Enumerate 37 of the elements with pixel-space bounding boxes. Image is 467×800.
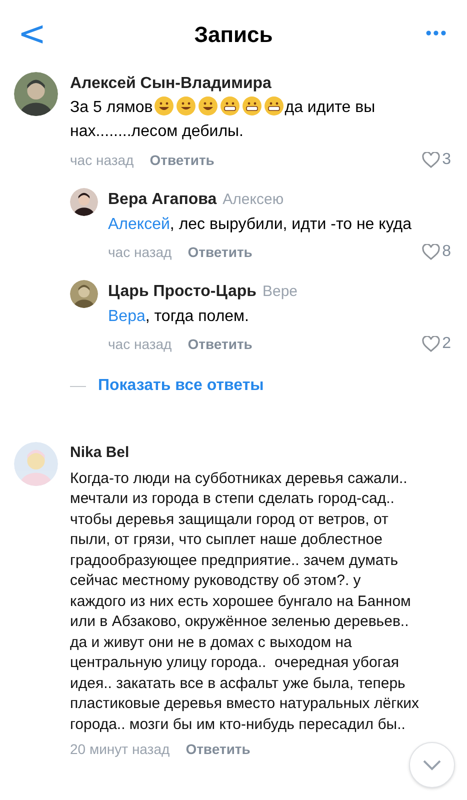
comment-time: час назад [108, 242, 172, 262]
show-all-replies-link[interactable]: Показать все ответы [98, 374, 264, 398]
reply-author[interactable]: Вера Агапова [108, 188, 217, 212]
comment-time: 20 минут назад [70, 740, 170, 759]
emoji-icon [198, 96, 218, 116]
emoji-icon [220, 96, 240, 116]
reply-author[interactable]: Царь Просто-Царь [108, 280, 256, 304]
comment-author[interactable]: Nika Bel [70, 442, 419, 464]
like-count: 3 [442, 150, 451, 170]
reply-addressee: Вере [262, 282, 298, 302]
page-title: Запись [193, 20, 274, 48]
comment-text: Когда-то люди на субботниках деревья сажали.. мечтали из города в степи сделать город-сад.. чтобы деревья защищали город от ветров, от пыли, от грязи, что сыплет наше доблестное градообразующее предприятие.. зачем думать сейчас местному руководству об этом?. у каждого из них есть хорошее бунгало на Банном или в Абзаково, окружённое зеленью деревьев.. да и живут они не в домах с выходом на центральную улицу города.. очередная убогая идея.. закатать все в асфальт уже была, теперь пластиковые деревья вместо натуральных лёгких города.. мозги бы им кто-нибудь пересадил бы.. [70, 468, 419, 734]
comment-text: За 5 лямов да идите вы нах........лесом дебилы. [70, 96, 451, 144]
comment-time: час назад [70, 150, 134, 170]
mention-link[interactable]: Алексей [108, 216, 170, 233]
reply-link[interactable]: Ответить [188, 334, 252, 354]
heart-icon[interactable] [422, 336, 440, 352]
reply-link[interactable]: Ответить [150, 150, 214, 170]
reply-text: Вера, тогда полем. [108, 307, 250, 327]
emoji-icon [154, 96, 174, 116]
more-button[interactable]: ••• [415, 22, 455, 46]
mention-link[interactable]: Вера [108, 308, 146, 325]
back-button[interactable]: < [12, 17, 52, 51]
comment-author[interactable]: Алексей Сын-Владимира [70, 72, 451, 96]
heart-icon[interactable] [422, 152, 440, 168]
chevron-down-icon [422, 759, 442, 771]
reply-addressee: Алексею [222, 190, 284, 210]
like-count: 2 [442, 334, 451, 354]
emoji-icon [264, 96, 284, 116]
comment-time: час назад [108, 334, 172, 354]
heart-icon[interactable] [422, 244, 440, 260]
reply-link[interactable]: Ответить [188, 242, 252, 262]
emoji-icon [242, 96, 262, 116]
emoji-icon [176, 96, 196, 116]
reply-link[interactable]: Ответить [186, 739, 250, 760]
like-count: 8 [442, 242, 451, 262]
reply-text: Алексей, лес вырубили, идти -то не куда [108, 215, 413, 235]
